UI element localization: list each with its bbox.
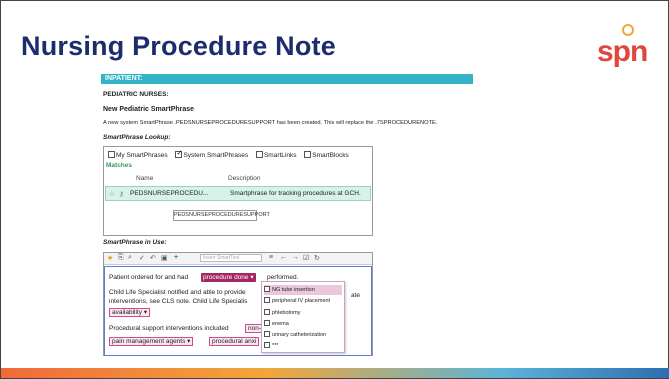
editor-line: Procedural support interventions include… [109, 325, 229, 332]
checkbox[interactable] [264, 320, 270, 326]
dropdown-option[interactable]: phlebotomy [264, 308, 342, 318]
match-name: PEDSNURSEPROCEDU... [130, 190, 209, 197]
smartphrase-name-button[interactable]: PEDSNURSEPROCEDURESUPPORT [173, 210, 270, 221]
filter-checkboxes: My SmartPhrases System SmartPhrases Smar… [108, 149, 355, 159]
column-header-description[interactable]: Description [228, 175, 261, 182]
logo-text: spn [597, 35, 648, 68]
list-icon[interactable]: ≡ [269, 254, 273, 261]
epic-document: INPATIENT: PEDIATRIC NURSES: New Pediatr… [101, 74, 473, 357]
matches-label: Matches [106, 162, 133, 169]
chevron-down-icon: ▾ [187, 338, 191, 345]
chevron-down-icon: ▾ [250, 274, 254, 281]
checkbox[interactable] [255, 151, 263, 158]
editor-line: performed. [267, 274, 299, 281]
dropdown-option[interactable]: *** [264, 341, 342, 351]
lookup-label: SmartPhrase Lookup: [103, 134, 171, 141]
insert-smarttext-input[interactable]: Insert SmartText [200, 254, 262, 262]
inpatient-banner: INPATIENT: [101, 74, 473, 84]
refresh-icon[interactable]: ↻ [314, 254, 320, 262]
key-icon: ⚷ [119, 191, 124, 198]
section-heading: PEDIATRIC NURSES: [103, 91, 169, 98]
editor-line: Patient ordered for and had [109, 274, 189, 281]
search-icon[interactable]: ⌕ [128, 254, 132, 262]
procedure-dropdown-tag[interactable]: procedure done ▾ [201, 273, 256, 282]
spellcheck-icon[interactable]: ✓ [139, 254, 145, 262]
smartphrase-heading: New Pediatric SmartPhrase [103, 106, 195, 113]
checkbox[interactable] [264, 297, 270, 303]
checkbox[interactable] [264, 342, 270, 348]
table-row[interactable]: ☆ ⚷ PEDSNURSEPROCEDU... Smartphrase for … [105, 186, 371, 201]
editor-line: Child Life Specialist notified and able … [109, 289, 246, 296]
slide: Nursing Procedure Note spn INPATIENT: PE… [0, 0, 669, 379]
image-icon[interactable]: ▣ [161, 254, 168, 262]
star-icon[interactable]: ★ [107, 254, 113, 262]
spn-logo: spn [597, 24, 648, 69]
filter-smartblocks[interactable]: SmartBlocks [304, 151, 349, 159]
undo-icon[interactable]: ↶ [150, 254, 156, 262]
pain-agents-tag[interactable]: pain management agents ▾ [109, 337, 194, 346]
checkbox[interactable] [264, 309, 270, 315]
filter-system-smartphrases[interactable]: System SmartPhrases [175, 149, 248, 159]
column-header-name[interactable]: Name [136, 175, 153, 182]
dropdown-option[interactable]: NG tube insertion [264, 285, 342, 295]
copy-icon[interactable]: ⎘ [118, 254, 124, 262]
filter-smartlinks[interactable]: SmartLinks [255, 151, 296, 159]
procedure-options-dropdown: NG tube insertion peripheral IV placemen… [261, 281, 345, 353]
dropdown-option[interactable]: urinary catheterization [264, 330, 342, 340]
filter-my-smartphrases[interactable]: My SmartPhrases [108, 151, 168, 159]
prev-arrow-icon[interactable]: ← [280, 254, 287, 261]
chevron-down-icon: ▾ [143, 309, 148, 316]
editor-line: ate [351, 292, 361, 299]
smartphrase-lookup-panel: My SmartPhrases System SmartPhrases Smar… [103, 146, 373, 236]
anxiety-tag[interactable]: procedural anxi [209, 337, 260, 346]
next-arrow-icon[interactable]: → [292, 254, 299, 261]
editor-line: interventions, see CLS note. Child Life … [109, 298, 248, 305]
availability-tag[interactable]: availability ▾ [109, 308, 151, 317]
checkbox[interactable] [264, 286, 270, 292]
checkbox[interactable] [304, 151, 312, 158]
check-icon[interactable]: ☑ [303, 254, 309, 262]
editor-toolbar: ★ ⎘ ⌕ ✓ ↶ ▣ + Insert SmartText ≡ ← → ☑ ↻ [104, 253, 372, 265]
footer-gradient-bar [1, 368, 669, 378]
star-icon[interactable]: ☆ [109, 190, 115, 198]
dropdown-option[interactable]: peripheral IV placement [264, 296, 342, 306]
match-description: Smartphrase for tracking procedures at G… [230, 190, 361, 197]
add-icon[interactable]: + [174, 254, 178, 261]
page-title: Nursing Procedure Note [21, 31, 336, 61]
checkbox-checked[interactable] [175, 149, 183, 158]
checkbox[interactable] [108, 151, 115, 158]
inuse-label: SmartPhrase in Use: [103, 239, 167, 246]
dropdown-option[interactable]: enema [264, 319, 342, 329]
smartphrase-description: A new system SmartPhrase .PEDSNURSEPROCE… [103, 120, 438, 126]
checkbox[interactable] [264, 331, 270, 337]
